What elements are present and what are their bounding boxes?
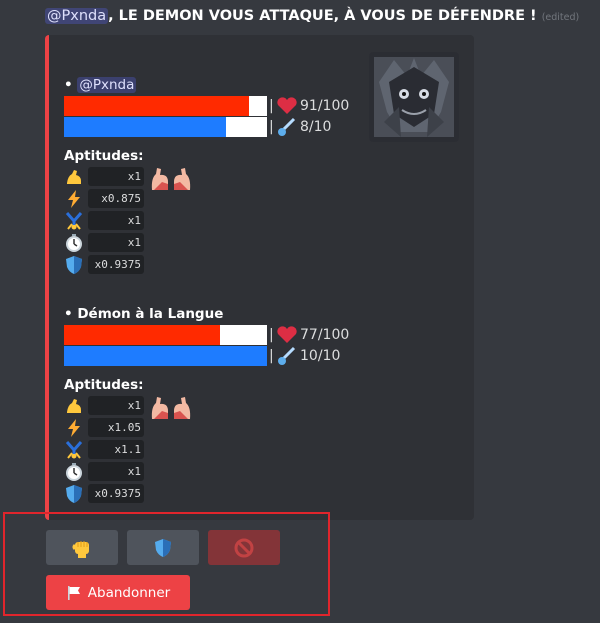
aptitude-row: x1.05 — [64, 417, 223, 439]
bar-separator: | — [269, 119, 274, 135]
aptitude-row: x1 — [64, 166, 191, 190]
fighter-panel-player: • @Pxnda | 91/100 | 8/10 Aptitudes: x1 x… — [64, 75, 349, 276]
energy-row: | 8/10 — [64, 117, 331, 137]
flexed-biceps-icon — [67, 170, 81, 184]
aptitudes-title: Aptitudes: — [64, 377, 144, 393]
fighter-name-row: • Démon à la Langue — [64, 304, 223, 324]
bar-separator: | — [269, 327, 274, 343]
prohibited-icon — [234, 538, 254, 557]
aptitude-value: x1 — [88, 233, 144, 252]
bar-separator: | — [269, 348, 274, 364]
abandon-label: Abandonner — [87, 584, 171, 601]
energy-row: | 10/10 — [64, 346, 340, 366]
stopwatch-icon — [66, 234, 82, 252]
cartwheel-icon — [65, 212, 83, 230]
aptitude-value: x1 — [88, 396, 144, 415]
energy-text: 8/10 — [300, 119, 332, 135]
user-mention[interactable]: @Pxnda — [45, 8, 109, 24]
energy-bar — [64, 346, 267, 366]
comet-icon — [278, 346, 296, 365]
bullet: • — [64, 306, 78, 322]
bullet: • — [64, 77, 78, 93]
hp-row: | 77/100 — [64, 325, 349, 345]
aptitude-value: x1.05 — [88, 418, 144, 437]
energy-bar-fill — [64, 117, 227, 137]
edited-label: (edited) — [541, 12, 580, 23]
aptitude-row: x0.9375 — [64, 483, 223, 505]
aptitudes-title: Aptitudes: — [64, 148, 144, 164]
aptitude-row: x1 — [64, 461, 223, 483]
shield-icon — [66, 256, 82, 274]
fighter-panel-demon: • Démon à la Langue | 77/100 | 10/10 Apt… — [64, 304, 349, 505]
hp-bar — [64, 325, 267, 345]
aptitude-value: x0.9375 — [88, 255, 144, 274]
comet-icon — [278, 117, 296, 136]
flexed-arms-icon — [151, 168, 191, 190]
aptitude-row: x1.1 — [64, 439, 223, 461]
hp-bar — [64, 96, 267, 116]
defend-button[interactable] — [127, 530, 199, 565]
hp-text: 77/100 — [300, 327, 350, 343]
white-flag-icon — [67, 585, 80, 600]
shield-icon — [66, 485, 82, 503]
hp-text: 91/100 — [300, 98, 350, 114]
abandon-button[interactable]: Abandonner — [46, 575, 190, 610]
lightning-icon — [68, 419, 80, 437]
fighter-name[interactable]: @Pxnda — [77, 77, 137, 93]
stopwatch-icon — [66, 463, 82, 481]
flexed-biceps-icon — [67, 399, 81, 413]
aptitude-value: x1 — [88, 462, 144, 481]
energy-text: 10/10 — [300, 348, 341, 364]
attack-button[interactable] — [46, 530, 118, 565]
fighter-name-row: • @Pxnda — [64, 75, 144, 95]
heart-icon — [277, 97, 297, 114]
message-text: , LE DEMON VOUS ATTAQUE, À VOUS DE DÉFEN… — [108, 8, 537, 24]
bar-separator: | — [269, 98, 274, 114]
fighter-name: Démon à la Langue — [77, 306, 224, 322]
aptitude-value: x1 — [88, 211, 144, 230]
hp-bar-fill — [64, 96, 249, 116]
raised-fist-icon — [72, 540, 89, 558]
aptitude-value: x1 — [88, 167, 144, 186]
aptitude-row: x1 — [64, 395, 223, 419]
demon-avatar[interactable] — [369, 52, 459, 142]
cartwheel-icon — [65, 441, 83, 459]
energy-bar-fill — [64, 346, 267, 366]
hp-row: | 91/100 — [64, 96, 349, 116]
energy-bar — [64, 117, 267, 137]
hp-bar-fill — [64, 325, 221, 345]
battle-embed: • @Pxnda | 91/100 | 8/10 Aptitudes: x1 x… — [45, 35, 474, 520]
aptitude-value: x0.9375 — [88, 484, 144, 503]
aptitude-row: x1 — [64, 210, 144, 232]
aptitude-row: x0.875 — [64, 188, 144, 210]
aptitude-value: x1.1 — [88, 440, 144, 459]
heart-icon — [277, 326, 297, 343]
disabled-action-button — [208, 530, 280, 565]
shield-icon — [155, 538, 171, 557]
aptitude-row: x0.9375 — [64, 254, 144, 276]
aptitude-value: x0.875 — [88, 189, 144, 208]
message-header: @Pxnda, LE DEMON VOUS ATTAQUE, À VOUS DE… — [45, 8, 592, 24]
lightning-icon — [68, 190, 80, 208]
aptitude-row: x1 — [64, 232, 144, 254]
